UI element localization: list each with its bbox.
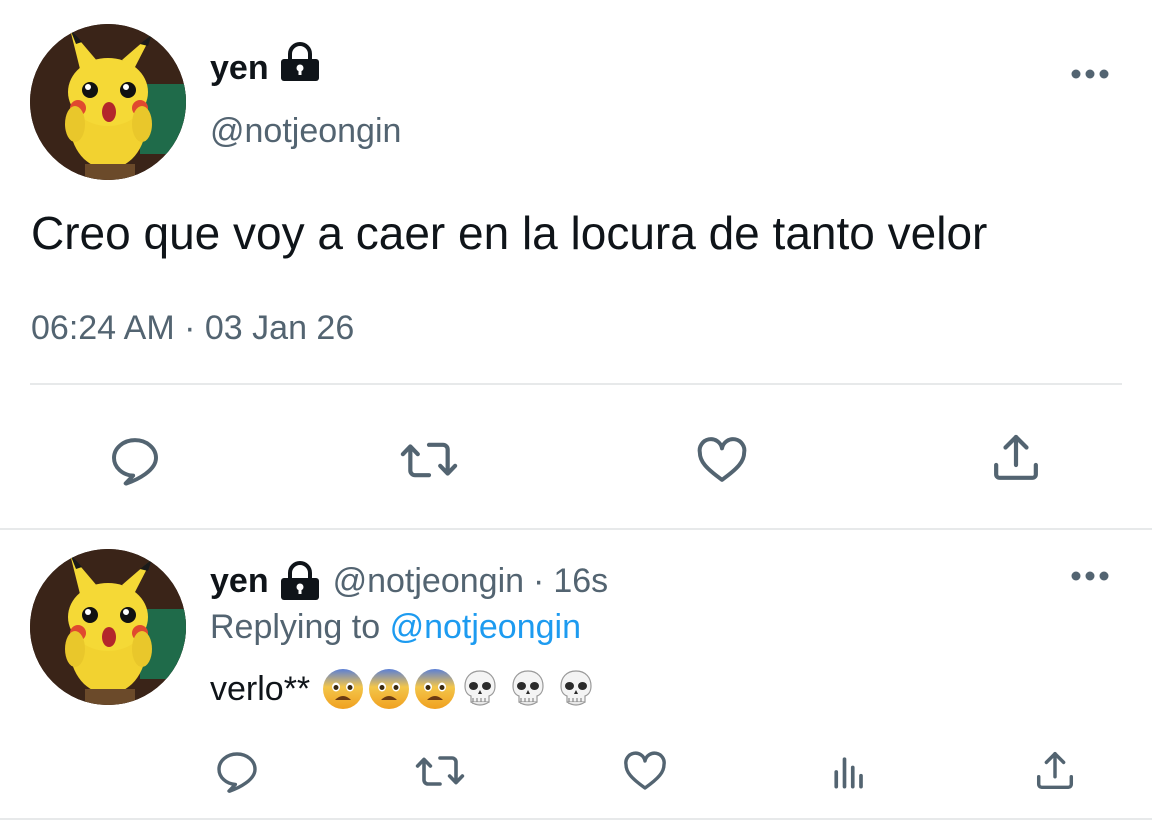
bottom-divider: [0, 818, 1152, 820]
tweet-age[interactable]: 16s: [553, 561, 608, 601]
reply-header: yen @notjeongin · 16s: [210, 561, 608, 601]
replying-label: Replying to: [210, 608, 381, 646]
display-name[interactable]: yen: [210, 561, 269, 601]
fearful-face-emoji: [322, 668, 364, 710]
replying-handle-link[interactable]: @notjeongin: [390, 608, 581, 646]
skull-emoji: [462, 669, 498, 709]
more-icon[interactable]: [1068, 564, 1112, 588]
reply-text: verlo**: [210, 669, 598, 709]
separator-dot: ·: [533, 562, 545, 600]
skull-emoji: [558, 669, 594, 709]
display-name[interactable]: yen: [210, 48, 269, 88]
avatar[interactable]: [30, 24, 186, 180]
retweet-icon[interactable]: [412, 746, 468, 796]
separator-dot: ·: [184, 309, 196, 347]
tweet-date[interactable]: 03 Jan 26: [205, 309, 354, 347]
fearful-face-emoji: [414, 668, 456, 710]
share-icon[interactable]: [986, 428, 1046, 488]
divider: [30, 383, 1122, 385]
fearful-face-emoji: [368, 668, 410, 710]
skull-emoji: [510, 669, 546, 709]
share-icon[interactable]: [1030, 746, 1080, 796]
retweet-icon[interactable]: [396, 430, 462, 490]
section-divider: [0, 528, 1152, 530]
more-icon[interactable]: [1068, 62, 1112, 86]
replying-to: Replying to @notjeongin: [210, 607, 581, 647]
lock-icon: [279, 42, 321, 82]
reply-text-content: verlo**: [210, 670, 311, 708]
heart-icon[interactable]: [692, 430, 752, 490]
analytics-icon[interactable]: [826, 748, 874, 796]
tweet-text: Creo que voy a caer en la locura de tant…: [31, 207, 988, 259]
handle[interactable]: @notjeongin: [210, 111, 401, 151]
handle[interactable]: @notjeongin: [333, 561, 524, 601]
heart-icon[interactable]: [620, 746, 670, 796]
reply-icon[interactable]: [212, 746, 262, 796]
timestamp: 06:24 AM · 03 Jan 26: [31, 308, 354, 348]
reply-icon[interactable]: [105, 430, 165, 490]
lock-icon: [279, 561, 321, 601]
avatar[interactable]: [30, 549, 186, 705]
tweet-time[interactable]: 06:24 AM: [31, 309, 175, 347]
